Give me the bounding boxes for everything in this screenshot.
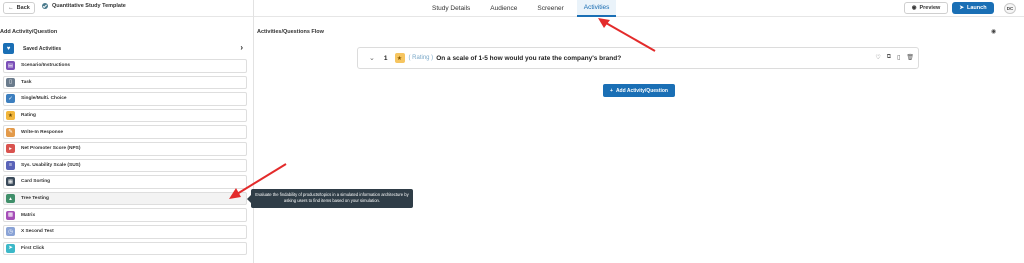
grid-icon: ▩ <box>6 210 15 220</box>
tree-testing-tooltip: Evaluate the findability of products/top… <box>247 189 413 208</box>
plus-icon: + <box>610 87 613 94</box>
study-tabs: Study Details Audience Screener Activiti… <box>425 0 617 17</box>
activity-item-nps[interactable]: ▸ Net Promoter Score (NPS) <box>3 141 247 156</box>
rocket-icon: ➤ <box>959 5 965 11</box>
launch-button[interactable]: ➤ Launch <box>952 2 994 14</box>
activity-item-label: Write-In Response <box>21 129 64 135</box>
tab-study-details[interactable]: Study Details <box>425 0 477 17</box>
activity-item-matrix[interactable]: ▩ Matrix <box>3 208 247 222</box>
bars-icon: ≡ <box>6 160 15 170</box>
checkbox-icon: ✓ <box>6 94 15 104</box>
activity-item-write-in[interactable]: ✎ Write-In Response <box>3 125 247 139</box>
add-activity-button[interactable]: + Add Activity/Question <box>603 84 675 97</box>
activities-flow-title: Activities/Questions Flow <box>257 29 324 35</box>
preview-button[interactable]: ◉ Preview <box>904 2 948 14</box>
timer-icon: ◷ <box>6 227 15 237</box>
clipboard-icon[interactable]: ▯ <box>897 54 900 61</box>
copy-icon[interactable]: ⧉ <box>887 54 891 61</box>
activity-item-scenario[interactable]: ▤ Scenario/Instructions <box>3 59 247 73</box>
activity-item-label: Net Promoter Score (NPS) <box>21 146 81 152</box>
add-activity-title: Add Activity/Question <box>0 29 58 35</box>
activity-item-label: First Click <box>21 245 45 251</box>
chevron-down-icon[interactable]: ⌄ <box>369 54 375 62</box>
activity-item-label: Card Sorting <box>21 179 51 185</box>
question-actions: ♡ ⧉ ▯ 🗑 <box>875 54 914 61</box>
saved-activities-label: Saved Activities <box>23 45 62 52</box>
tree-icon: ▴ <box>6 194 15 204</box>
activity-item-label: Rating <box>21 113 36 119</box>
cards-icon: ▦ <box>6 177 15 187</box>
activity-item-choice[interactable]: ✓ Single/Multi. Choice <box>3 92 247 106</box>
cursor-icon: ➤ <box>6 243 15 253</box>
star-icon: ★ <box>6 111 15 121</box>
tab-activities[interactable]: Activities <box>576 0 617 17</box>
activity-item-x-second[interactable]: ◷ X Second Test <box>3 224 247 239</box>
activity-item-label: X Second Test <box>21 229 54 235</box>
chevron-right-icon: › <box>240 43 243 52</box>
activity-item-card-sorting[interactable]: ▦ Card Sorting <box>3 175 247 189</box>
activity-item-label: Single/Multi. Choice <box>21 96 67 102</box>
question-card[interactable]: ⌄ 1 ★ ( Rating ) On a scale of 1-5 how w… <box>357 47 919 69</box>
activity-list: ▤ Scenario/Instructions ▯ Task ✓ Single/… <box>3 59 247 258</box>
activity-item-label: Scenario/Instructions <box>21 63 71 69</box>
activity-item-sus[interactable]: ≡ Sys. Usability Scale (SUS) <box>3 158 247 173</box>
star-icon: ★ <box>394 53 405 63</box>
question-text: On a scale of 1-5 how would you rate the… <box>436 54 622 62</box>
eye-icon[interactable]: ◉ <box>991 28 996 35</box>
avatar[interactable]: DC <box>1004 3 1016 14</box>
activity-item-label: Matrix <box>21 212 36 218</box>
pencil-icon: ✎ <box>6 127 15 137</box>
heart-icon[interactable]: ♡ <box>875 54 880 61</box>
preview-button-label: Preview <box>919 5 941 11</box>
megaphone-icon: ▸ <box>6 144 15 154</box>
activity-item-label: Sys. Usability Scale (SUS) <box>21 162 81 168</box>
activity-item-first-click[interactable]: ➤ First Click <box>3 241 247 256</box>
heart-icon: ♥ <box>3 43 14 54</box>
activity-item-rating[interactable]: ★ Rating <box>3 108 247 123</box>
activity-item-tree-testing[interactable]: ▴ Tree Testing <box>3 191 247 206</box>
question-type-tag: ( Rating ) <box>408 55 434 61</box>
launch-button-label: Launch <box>967 5 987 11</box>
clipboard-icon: ▯ <box>6 77 15 87</box>
document-icon: ▤ <box>6 61 15 71</box>
question-number: 1 <box>383 54 388 62</box>
saved-activities-row[interactable]: ♥ Saved Activities › <box>3 42 247 55</box>
activity-item-label: Tree Testing <box>21 196 49 202</box>
tab-screener[interactable]: Screener <box>530 0 570 17</box>
activity-item-task[interactable]: ▯ Task <box>3 75 247 90</box>
tab-audience[interactable]: Audience <box>483 0 524 17</box>
add-activity-button-label: Add Activity/Question <box>615 87 668 94</box>
activity-item-label: Task <box>21 79 32 85</box>
trash-icon[interactable]: 🗑 <box>906 54 914 61</box>
eye-icon: ◉ <box>911 5 917 11</box>
